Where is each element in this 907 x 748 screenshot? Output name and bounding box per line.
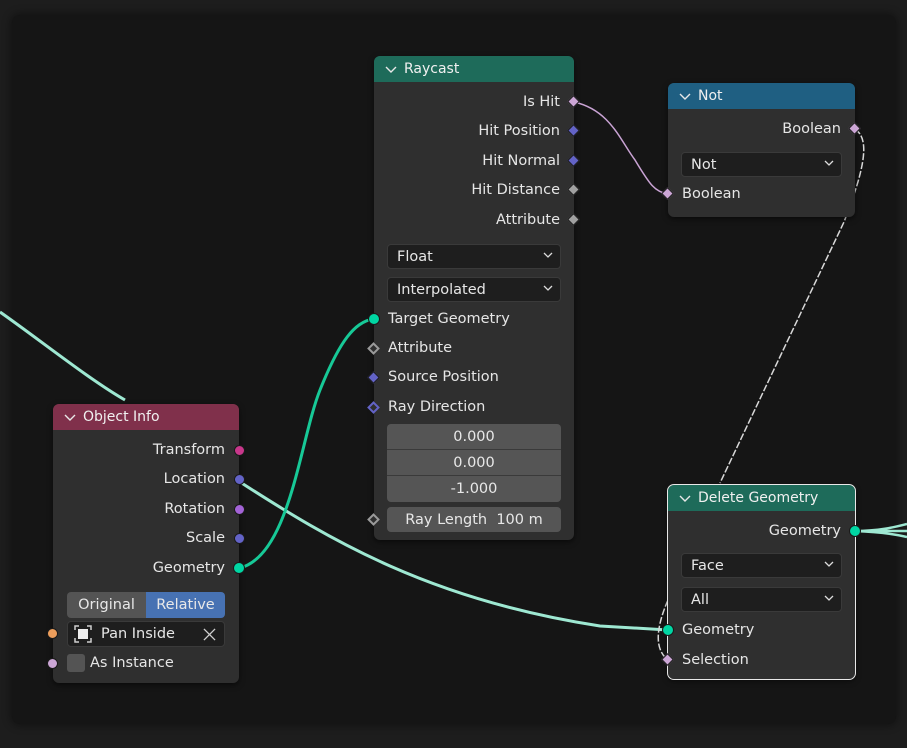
chevron-down-icon[interactable] [384, 62, 398, 76]
not-input-boolean: Boolean [682, 186, 741, 202]
chevron-down-icon [543, 252, 553, 258]
chevron-down-icon[interactable] [63, 410, 77, 424]
mode-dropdown[interactable]: All [681, 587, 842, 612]
delete-geometry-title: Delete Geometry [698, 490, 819, 506]
not-title: Not [698, 88, 723, 104]
as-instance-row[interactable]: As Instance [67, 652, 174, 674]
delete-geometry-node-header[interactable]: Delete Geometry [668, 485, 855, 511]
output-hit-distance: Hit Distance [471, 182, 560, 198]
output-hit-position: Hit Position [478, 123, 560, 139]
ray-direction-x[interactable]: 0.000 [387, 424, 561, 450]
output-attribute: Attribute [495, 212, 560, 228]
target-geometry-socket[interactable] [368, 313, 380, 325]
object-info-node[interactable]: Object Info Transform Location Rotation … [53, 404, 239, 683]
delete-geometry-input-socket[interactable] [662, 624, 674, 636]
object-name: Pan Inside [101, 626, 175, 642]
ray-direction-y[interactable]: 0.000 [387, 450, 561, 476]
not-output-boolean: Boolean [782, 121, 841, 137]
location-socket[interactable] [234, 474, 245, 485]
raycast-node[interactable]: Raycast Is Hit Hit Position Hit Normal H… [374, 56, 574, 540]
space-original-button[interactable]: Original [67, 592, 146, 618]
object-icon [74, 625, 92, 643]
ray-direction-z[interactable]: -1.000 [387, 476, 561, 502]
ray-direction-vector[interactable]: 0.000 0.000 -1.000 [387, 424, 561, 502]
output-location: Location [163, 471, 225, 487]
mapping-dropdown[interactable]: Interpolated [387, 277, 561, 302]
raycast-title: Raycast [404, 61, 460, 77]
input-target-geometry: Target Geometry [388, 311, 510, 327]
transform-space-toggle[interactable]: Original Relative [67, 592, 225, 618]
clear-x-icon[interactable] [203, 628, 216, 641]
output-scale: Scale [185, 530, 225, 546]
as-instance-checkbox[interactable] [67, 654, 85, 672]
scale-socket[interactable] [234, 533, 245, 544]
geometry-output-socket[interactable] [233, 562, 245, 574]
object-field[interactable]: Pan Inside [67, 621, 225, 647]
domain-dropdown[interactable]: Face [681, 553, 842, 578]
chevron-down-icon [824, 160, 834, 166]
chevron-down-icon [543, 285, 553, 291]
object-info-node-header[interactable]: Object Info [53, 404, 239, 430]
chevron-down-icon [824, 561, 834, 567]
delete-geometry-node[interactable]: Delete Geometry Geometry Face All Geomet… [667, 484, 856, 680]
ray-length-field[interactable]: Ray Length 100 m [387, 507, 561, 532]
input-ray-direction: Ray Direction [388, 399, 486, 415]
chevron-down-icon[interactable] [678, 491, 692, 505]
chevron-down-icon [824, 595, 834, 601]
rotation-socket[interactable] [234, 504, 245, 515]
output-transform: Transform [152, 442, 225, 458]
space-relative-button[interactable]: Relative [146, 592, 225, 618]
transform-socket[interactable] [234, 445, 245, 456]
not-node-header[interactable]: Not [668, 83, 855, 109]
delete-input-selection: Selection [682, 652, 749, 668]
output-rotation: Rotation [164, 501, 225, 517]
delete-geometry-output-socket[interactable] [849, 525, 861, 537]
output-hit-normal: Hit Normal [482, 153, 560, 169]
chevron-down-icon[interactable] [678, 89, 692, 103]
as-instance-socket[interactable] [47, 658, 58, 669]
output-geometry: Geometry [152, 560, 225, 576]
data-type-dropdown[interactable]: Float [387, 244, 561, 269]
object-input-socket[interactable] [47, 628, 58, 639]
delete-input-geometry: Geometry [682, 622, 755, 638]
input-source-position: Source Position [388, 369, 499, 385]
input-attribute: Attribute [388, 340, 453, 356]
not-node[interactable]: Not Boolean Not Boolean [668, 83, 855, 217]
object-info-title: Object Info [83, 409, 160, 425]
raycast-node-header[interactable]: Raycast [374, 56, 574, 82]
as-instance-label: As Instance [90, 655, 174, 671]
output-is-hit: Is Hit [522, 94, 560, 110]
delete-output-geometry: Geometry [768, 523, 841, 539]
operation-dropdown[interactable]: Not [681, 152, 842, 177]
